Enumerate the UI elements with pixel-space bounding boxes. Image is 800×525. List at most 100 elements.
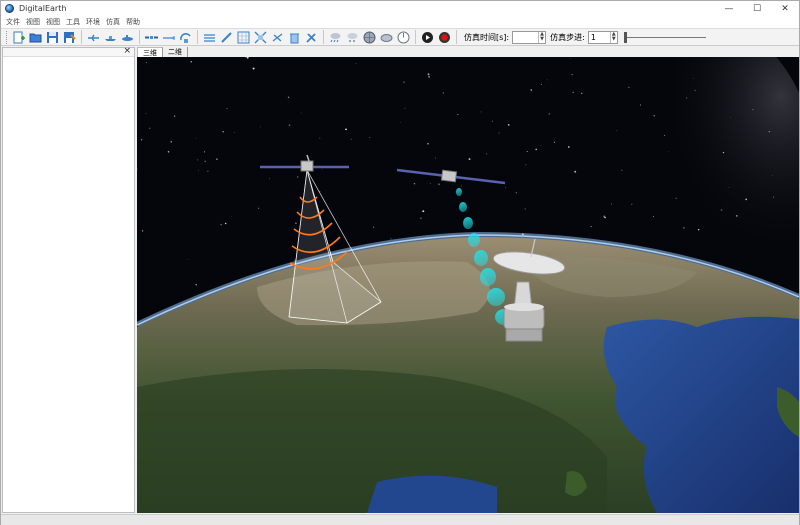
sim-step-label: 仿真步进: [550,32,585,42]
star [546,79,548,81]
star [572,91,574,94]
star [422,210,425,213]
grid-area-icon[interactable] [235,29,251,45]
star [288,124,291,126]
tab-3d[interactable]: 三维 [137,47,163,57]
link-icon[interactable] [269,29,285,45]
new-scene-icon[interactable] [10,29,26,45]
star [207,170,209,172]
menu-model[interactable]: 视图 [23,17,43,27]
star [197,170,199,172]
star [197,159,199,161]
spin-down-icon[interactable]: ▼ [611,37,617,43]
scene-tree-panel: × [2,46,135,513]
layers-icon[interactable] [201,29,217,45]
close-button[interactable]: ✕ [771,1,799,16]
star [355,62,357,64]
menu-view[interactable]: 视图 [43,17,63,27]
star [145,61,147,63]
tab-2d[interactable]: 二维 [163,47,188,57]
panel-close-icon[interactable]: × [123,46,131,56]
coverage-icon[interactable] [252,29,268,45]
toolbar-grip[interactable] [6,30,8,44]
star [226,107,228,110]
spin-arrows[interactable]: ▲ ▼ [609,31,617,43]
star [548,113,550,115]
sim-step-spinbox[interactable]: 1 ▲ ▼ [587,30,618,44]
star [234,132,235,134]
menu-tools[interactable]: 工具 [63,17,83,27]
star [167,151,170,153]
window-controls: — ☐ ✕ [715,1,799,16]
main-toolbar: 仿真时间[s]: ▲ ▼ 仿真步进: 1 ▲ ▼ [1,28,799,46]
star [321,168,323,170]
star [457,114,459,116]
play-icon[interactable] [419,29,435,45]
star [268,177,271,179]
star [541,83,542,85]
slider-track [623,36,706,38]
star [498,132,500,134]
star [486,153,487,155]
star [258,207,260,209]
star [540,145,542,146]
star [295,222,297,224]
star [170,141,172,143]
star [224,222,227,225]
delete-icon[interactable] [286,29,302,45]
globe-icon[interactable] [361,29,377,45]
menu-help[interactable]: 帮助 [123,17,143,27]
view-tab-bar: 三维 二维 [137,47,799,57]
star [404,107,406,109]
star [631,203,633,205]
slider-thumb[interactable] [623,31,627,43]
menu-environment[interactable]: 环境 [83,17,103,27]
sim-step-slider[interactable] [623,31,706,44]
menu-simulation[interactable]: 仿真 [103,17,123,27]
star [399,122,401,123]
save-icon[interactable] [44,29,60,45]
star [621,169,623,171]
star [505,187,506,188]
star [442,92,444,94]
star [526,151,528,152]
stop-icon[interactable] [436,29,452,45]
wrench-tools-icon[interactable] [303,29,319,45]
star [581,92,583,94]
minimize-button[interactable]: — [715,1,743,16]
menu-file[interactable]: 文件 [3,17,23,27]
compass-icon[interactable] [395,29,411,45]
star [628,86,630,88]
sim-duration-spinbox[interactable]: ▲ ▼ [512,30,547,44]
radar-station-icon[interactable] [177,29,193,45]
spin-arrows[interactable]: ▲ ▼ [538,31,545,43]
star [728,187,730,189]
submarine-icon[interactable] [119,29,135,45]
save-as-icon[interactable] [61,29,77,45]
star [697,229,700,231]
star [611,203,613,205]
ship-icon[interactable] [102,29,118,45]
cloud-icon[interactable] [378,29,394,45]
toolbar-separator [197,30,198,44]
measure-icon[interactable] [218,29,234,45]
star [288,247,290,249]
maximize-button[interactable]: ☐ [743,1,771,16]
star [461,185,463,187]
star [603,215,606,218]
star [427,143,429,145]
snow-weather-icon[interactable] [344,29,360,45]
rain-weather-icon[interactable] [327,29,343,45]
missile-icon[interactable] [160,29,176,45]
globe-scene[interactable] [137,57,799,513]
star [427,73,430,76]
aircraft-icon[interactable] [85,29,101,45]
star [524,208,526,210]
star [525,164,527,166]
spin-down-icon[interactable]: ▼ [539,37,545,43]
satellite-icon[interactable] [143,29,159,45]
globe-3d-viewport[interactable] [137,57,799,513]
open-folder-icon[interactable] [27,29,43,45]
star [222,131,224,133]
star [773,196,775,198]
